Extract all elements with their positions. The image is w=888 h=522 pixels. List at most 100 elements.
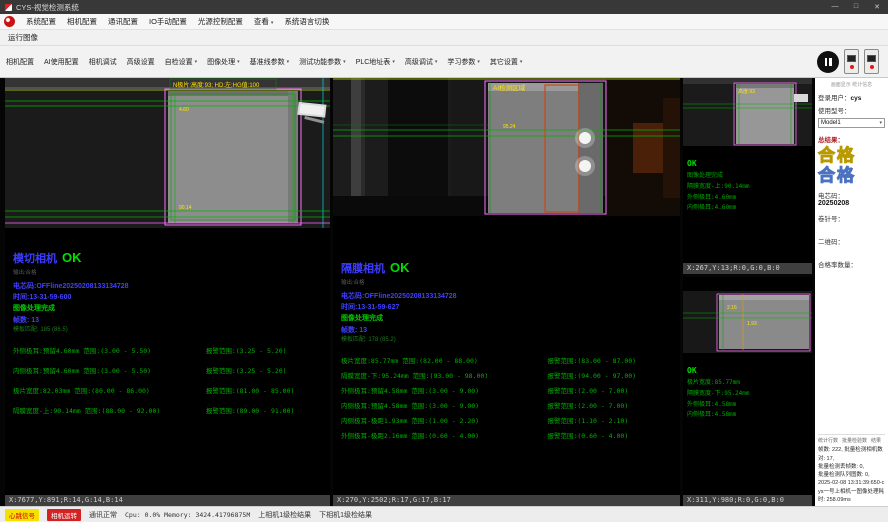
camera-panel-mid: AI检测区域 95.24 隔膜相机 OK 输出:合格 电芯码:OFFline20… [333, 78, 680, 506]
qr-code-field: 二维码： [818, 236, 885, 254]
capture-time: 时间:13-31-59-627 [341, 302, 674, 313]
stats-line: 帧数: 222, 批量检测相机数对: 17, [818, 446, 885, 463]
mid-camera-viewport[interactable]: AI检测区域 95.24 [333, 78, 680, 216]
camera-name: 隔膜相机 [341, 260, 385, 276]
model-label: 使用型号： [818, 108, 851, 115]
alarm-range: 报警范围:(2.00 - 7.00) [547, 400, 674, 410]
menubar: 系统配置 相机配置 通讯配置 IO手动配置 [0, 14, 888, 30]
alarm-range: 报警范围:(89.00 - 91.00) [206, 405, 324, 415]
camera-run-badge: 相机运转 [47, 509, 81, 521]
stats-lines: 帧数: 222, 批量检测相机数对: 17,批量检测丢帧数: 0,批量检测队列图… [818, 446, 885, 504]
pass-rate-label: 合格率数量： [818, 259, 885, 269]
preview-lines: 图像处理完成隔膜宽度-上:90.14mm外侧极耳:4.60mm内侧极耳:4.60… [687, 171, 808, 214]
pass-rate-value [818, 269, 885, 277]
toolbar-button[interactable]: 其它设置 [490, 57, 523, 67]
mid-camera-results: 隔膜相机 OK 输出:合格 电芯码:OFFline202502081331347… [333, 216, 680, 495]
chevron-down-icon [520, 58, 523, 65]
toolbar-button-label: 高级调试 [405, 57, 433, 67]
frame-count: 帧数: 13 [13, 315, 324, 326]
toolbar-button[interactable]: 相机配置 [6, 57, 34, 67]
login-user-value: cys [851, 95, 862, 102]
measurement-value: 内侧极耳-极距1.93mm 范围:(1.00 - 2.20) [341, 415, 547, 425]
preview-result-ok: OK [687, 366, 808, 375]
toolbar-button[interactable]: 测试功能参数 [299, 57, 346, 67]
menu-item[interactable]: 系统语言切换 [284, 16, 329, 27]
menu-item[interactable]: 相机配置 [67, 16, 97, 27]
toolbar-button-label: 基准线参数 [250, 57, 285, 67]
camera-view-toggle-1[interactable] [844, 49, 859, 74]
preview-panel-top: 高度:93 OK 图像处理完成隔膜宽度-上:90.14mm外侧极耳:4.60mm… [683, 78, 812, 274]
menu-item-label: 系统语言切换 [284, 16, 329, 27]
menu-item[interactable]: 系统配置 [26, 16, 56, 27]
preview-top-statusbar: X:267,Y:13;R:0,G:0,B:0 [683, 263, 812, 274]
measurement-row: 内侧极耳-极距1.93mm 范围:(1.00 - 2.20) 报警范围:(1.1… [341, 415, 674, 425]
stats-line: 2025-02-08 13:31:39:650-cys一号上相机一图像处理耗时:… [818, 479, 885, 504]
login-user-label: 登录用户： [818, 95, 851, 102]
toolbar-right-cluster [817, 49, 882, 74]
menu-item[interactable]: 查看 [254, 16, 274, 27]
titlebar: CYS-视觉检测系统 — □ ✕ [0, 0, 888, 14]
record-dot-icon [870, 65, 874, 69]
camera-panel-left: N极片:高度:93; HD:左;HG值:100 4.60 90.14 模切相机 … [5, 78, 330, 506]
alarm-range: 报警范围:(81.00 - 85.00) [206, 385, 324, 395]
preview-line: 极片宽度:85.77mm [687, 378, 808, 389]
toolbar-button[interactable]: 高级调试 [405, 57, 438, 67]
left-camera-viewport[interactable]: N极片:高度:93; HD:左;HG值:100 4.60 90.14 [5, 78, 330, 228]
toolbar-button[interactable]: 图像处理 [207, 57, 240, 67]
menu-item-label: IO手动配置 [149, 16, 187, 27]
chevron-down-icon [271, 17, 274, 26]
maximize-button[interactable]: □ [850, 3, 862, 11]
measurement-list: 极片宽度:85.77mm 范围:(82.00 - 88.00) 报警范围:(83… [341, 355, 674, 440]
toolbar-button[interactable]: 相机调试 [89, 57, 117, 67]
preview-bottom-viewport[interactable]: 2.16 1.93 [683, 291, 812, 358]
heartbeat-badge: 心跳信号 [5, 509, 39, 521]
camera-view-toggle-2[interactable] [864, 49, 879, 74]
monitor-icon [847, 55, 856, 62]
app-logo-icon [4, 16, 15, 27]
model-select[interactable]: Model1 [818, 118, 885, 128]
app-icon [5, 4, 12, 11]
measurement-row: 极片宽度:85.77mm 范围:(82.00 - 88.00) 报警范围:(83… [341, 355, 674, 365]
chevron-down-icon [237, 58, 240, 65]
toolbar-button[interactable]: 自检设置 [165, 57, 198, 67]
model-row: 使用型号： [818, 105, 885, 115]
tab-run-image[interactable]: 运行图像 [8, 32, 38, 43]
left-camera-image: N极片:高度:93; HD:左;HG值:100 4.60 90.14 [5, 78, 330, 228]
alarm-range: 报警范围:(83.00 - 87.00) [547, 355, 674, 365]
measurement-value: 内侧极耳:预留4.58mm 范围:(3.00 - 9.00) [341, 400, 547, 410]
measurement-value: 内侧极耳:预留4.60mm 范围:(3.00 - 5.50) [13, 365, 206, 375]
menu-item[interactable]: 通讯配置 [108, 16, 138, 27]
camera-subline: 输出:合格 [13, 268, 324, 276]
toolbar-button[interactable]: 学习参数 [447, 57, 480, 67]
toolbar-button-label: 图像处理 [207, 57, 235, 67]
toolbar-button-label: PLC地址表 [356, 57, 391, 67]
menu-item[interactable]: 光源控制配置 [198, 16, 243, 27]
camera-name: 模切相机 [13, 250, 57, 266]
stats-header: 统计行数批量检验数结果 [818, 434, 885, 444]
preview-line: 图像处理完成 [687, 171, 808, 182]
close-button[interactable]: ✕ [871, 3, 883, 11]
minimize-button[interactable]: — [829, 3, 841, 11]
preview-lines: 极片宽度:85.77mm隔膜宽度-下:95.24mm外侧极耳:4.58mm内侧极… [687, 378, 808, 421]
measurement-value: 隔膜宽度-上:90.14mm 范围:(88.00 - 92.00) [13, 405, 206, 415]
measurement-row: 外侧极耳-极距2.16mm 范围:(0.60 - 4.00) 报警范围:(0.6… [341, 430, 674, 440]
menu-item[interactable]: IO手动配置 [149, 16, 187, 27]
ai-region-label: AI检测区域 [493, 83, 526, 92]
part-body [719, 295, 809, 349]
qr-code-label: 二维码： [818, 236, 885, 246]
toolbar-button[interactable]: AI使用配置 [44, 57, 79, 67]
toolbar-button[interactable]: PLC地址表 [356, 57, 395, 67]
toolbar-button[interactable]: 基准线参数 [250, 57, 290, 67]
qr-code-value [818, 246, 885, 254]
cpu-memory-readout: Cpu: 0.0% Memory: 3424.41796875M [125, 511, 250, 519]
preview-top-viewport[interactable]: 高度:93 [683, 78, 812, 151]
toolbar-button[interactable]: 高级设置 [127, 57, 155, 67]
cell-code-label: 电芯码： [818, 190, 885, 200]
camera-result-ok: OK [390, 260, 410, 275]
toolbar-button-label: 其它设置 [490, 57, 518, 67]
pin-number-value [818, 223, 885, 231]
pause-button[interactable] [817, 51, 839, 73]
stats-line: 批量检测队列图数: 0, [818, 471, 885, 479]
left-camera-results: 模切相机 OK 输出:合格 电芯码:OFFline202502081331347… [5, 228, 330, 495]
cell-barcode: 电芯码:OFFline20250208133134728 [13, 281, 324, 292]
